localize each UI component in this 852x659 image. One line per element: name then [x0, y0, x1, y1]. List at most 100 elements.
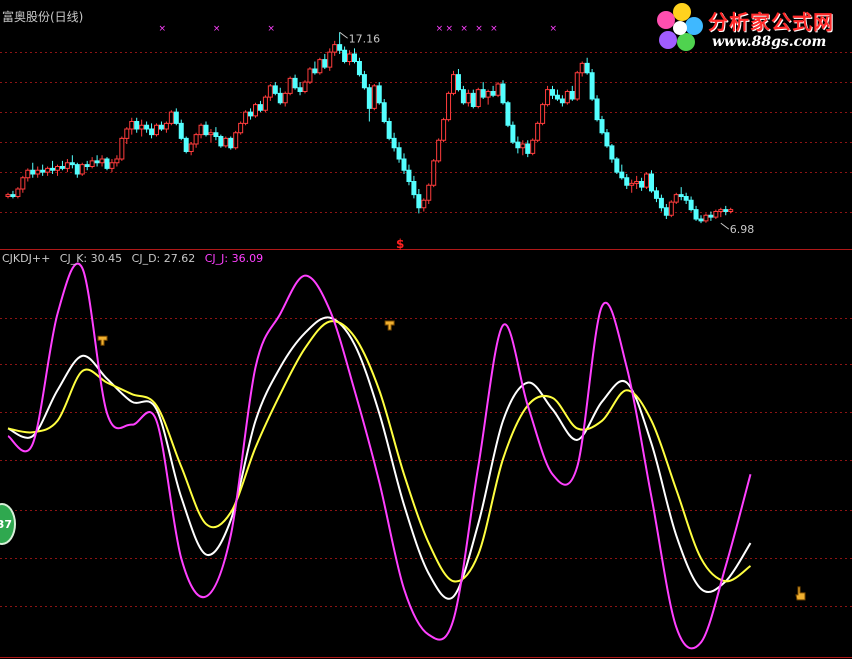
hand-pointer-icon — [795, 586, 806, 601]
candle-down — [663, 207, 669, 216]
candle-down — [584, 62, 590, 74]
candle-down — [500, 83, 506, 104]
candle-down — [158, 124, 164, 130]
candle-up — [728, 209, 734, 212]
flower-icon — [657, 3, 703, 51]
candle-down — [688, 199, 694, 211]
candle-down — [69, 162, 75, 166]
candle-down — [178, 122, 184, 139]
candle-up — [168, 111, 174, 124]
candle-down — [376, 85, 382, 104]
candle-up — [89, 160, 95, 167]
candle-up — [99, 158, 105, 164]
site-logo[interactable]: 分析家公式网 www.88gs.com — [652, 2, 850, 54]
candle-up — [243, 111, 249, 124]
candle-up — [287, 77, 293, 94]
candle-up — [45, 167, 51, 173]
candle-down — [649, 173, 654, 192]
top-signal-marker: × — [490, 24, 498, 34]
candle-down — [411, 181, 417, 196]
candle-down — [693, 209, 699, 220]
candle-down — [361, 74, 367, 89]
candle-down — [391, 137, 397, 149]
indicator-j-value: CJ_J: 36.09 — [204, 252, 264, 265]
candle-down — [554, 94, 560, 100]
candle-down — [134, 121, 140, 130]
price-annotation-pointer — [339, 31, 348, 39]
candle-up — [223, 137, 229, 147]
chart-canvas[interactable]: 17.166.98× × × × × × × × ×$ — [0, 0, 852, 659]
candle-down — [356, 61, 362, 76]
candle-up — [114, 158, 120, 164]
candle-down — [723, 209, 729, 212]
candle-down — [619, 171, 625, 179]
top-signal-marker: × — [436, 24, 444, 34]
top-signal-marker: × — [475, 24, 483, 34]
candle-up — [302, 81, 308, 92]
candle-up — [262, 96, 268, 111]
candle-down — [218, 136, 224, 147]
candle-up — [668, 201, 674, 216]
candle-down — [183, 137, 189, 152]
candle-down — [406, 169, 412, 182]
candle-down — [525, 143, 531, 154]
candle-down — [228, 137, 234, 149]
candle-down — [639, 181, 645, 188]
candle-up — [431, 160, 437, 186]
series-line-cj-j — [7, 262, 752, 650]
logo-text: 分析家公式网 — [708, 10, 834, 34]
candle-up — [347, 53, 353, 62]
candle-down — [366, 87, 372, 109]
candle-up — [109, 162, 115, 169]
candle-down — [292, 77, 298, 89]
candle-up — [673, 194, 679, 203]
candle-up — [79, 164, 85, 175]
series-line-cj-d — [7, 320, 752, 583]
candle-up — [55, 166, 60, 171]
candle-up — [188, 143, 194, 152]
candle-down — [386, 121, 392, 139]
candle-up — [154, 124, 159, 136]
indicator-header: CJKDJ++ CJ_K: 30.45 CJ_D: 27.62 CJ_J: 36… — [2, 252, 269, 265]
signal-marker: $ — [396, 237, 404, 251]
candle-down — [312, 68, 318, 74]
candle-down — [510, 124, 516, 143]
candle-up — [119, 137, 125, 160]
candle-up — [332, 44, 338, 53]
candle-down — [658, 197, 664, 209]
candle-up — [193, 134, 199, 145]
candle-down — [683, 196, 689, 201]
candle-up — [163, 122, 169, 130]
candle-up — [446, 92, 452, 121]
candle-down — [589, 72, 595, 100]
candle-up — [441, 119, 447, 141]
candle-up — [129, 121, 135, 130]
candle-up — [436, 139, 442, 162]
cross-up-icon — [384, 320, 395, 331]
candle-up — [20, 177, 26, 190]
candle-down — [550, 89, 555, 96]
chart-window[interactable]: 17.16 6.98 × × × × × × × × × $ 富奥股份(日线) CJKDJ++ CJ_… — [0, 0, 852, 659]
candle-up — [644, 173, 650, 188]
candle-up — [495, 83, 501, 96]
candle-up — [540, 104, 546, 124]
candle-down — [30, 169, 36, 175]
candle-down — [40, 169, 46, 173]
candle-down — [480, 89, 486, 98]
candle-down — [213, 132, 219, 137]
candle-up — [371, 85, 377, 109]
candle-down — [460, 89, 466, 104]
candle-up — [520, 143, 526, 149]
candle-down — [272, 85, 278, 94]
top-signal-marker: × — [158, 24, 166, 34]
candle-down — [490, 91, 496, 96]
candle-up — [124, 128, 130, 139]
candle-down — [10, 194, 16, 197]
candle-up — [465, 92, 471, 104]
price-annotation-label: 6.98 — [730, 223, 755, 236]
candle-down — [455, 74, 461, 91]
candle-up — [253, 104, 258, 117]
candle-up — [564, 91, 570, 104]
logo-url: www.88gs.com — [712, 34, 827, 50]
candle-down — [599, 119, 605, 134]
